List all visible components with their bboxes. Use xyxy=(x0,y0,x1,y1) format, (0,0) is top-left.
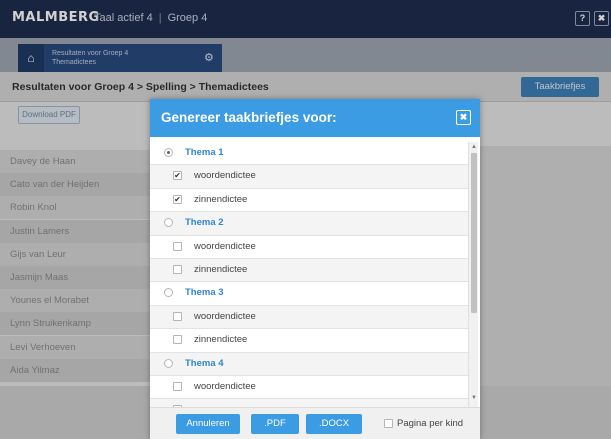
dictee-row[interactable]: zinnendictee xyxy=(150,329,468,353)
dictee-label: zinnendictee xyxy=(194,193,248,205)
pagina-per-kind-checkbox[interactable] xyxy=(384,419,393,428)
dictee-row[interactable]: woordendictee xyxy=(150,376,468,400)
thema-radio[interactable] xyxy=(164,288,173,298)
modal-footer: Annuleren .PDF .DOCX Pagina per kind xyxy=(150,407,480,439)
dictee-checkbox[interactable] xyxy=(173,265,182,274)
thema-radio[interactable] xyxy=(164,358,173,368)
thema-list: Thema 1 ✔ woordendictee ✔ zinnendictee Thema … xyxy=(150,142,468,407)
dictee-row[interactable]: ✔ woordendictee xyxy=(150,165,468,189)
thema-row[interactable]: Thema 3 xyxy=(150,282,468,306)
dictee-label: woordendictee xyxy=(194,381,256,392)
dictee-row[interactable]: woordendictee xyxy=(150,305,468,330)
dictee-label: woordendictee xyxy=(194,170,256,182)
scroll-thumb[interactable] xyxy=(471,153,477,313)
dictee-label: zinnendictee xyxy=(194,334,248,346)
dictee-checkbox[interactable]: ✔ xyxy=(173,194,182,204)
thema-row[interactable]: Thema 4 xyxy=(150,352,468,376)
dictee-label: woordendictee xyxy=(194,240,256,252)
thema-label: Thema 1 xyxy=(185,147,224,158)
dictee-row[interactable]: zinnendictee xyxy=(150,259,468,283)
close-icon[interactable]: ✖ xyxy=(456,110,471,125)
dictee-label: zinnendictee xyxy=(194,264,248,275)
dictee-checkbox[interactable] xyxy=(173,335,182,345)
thema-label: Thema 3 xyxy=(185,287,224,299)
scrollbar[interactable]: ▲ ▼ xyxy=(468,142,478,407)
docx-button[interactable]: .DOCX xyxy=(306,414,362,434)
dictee-checkbox[interactable]: ✔ xyxy=(173,171,182,181)
generate-modal: Genereer taakbriefjes voor: ✖ Thema 1 ✔ wo… xyxy=(150,99,480,439)
thema-label: Thema 4 xyxy=(185,357,224,369)
dictee-checkbox[interactable] xyxy=(173,311,182,321)
scroll-down-icon[interactable]: ▼ xyxy=(471,395,477,401)
modal-title: Genereer taakbriefjes voor: xyxy=(161,110,337,125)
thema-radio[interactable] xyxy=(164,148,173,157)
dictee-checkbox[interactable] xyxy=(173,241,182,251)
dictee-row[interactable]: woordendictee xyxy=(150,236,468,259)
dictee-row[interactable]: ✔ zinnendictee xyxy=(150,189,468,213)
dictee-label: woordendictee xyxy=(194,310,256,322)
thema-row[interactable]: Thema 2 xyxy=(150,212,468,236)
pdf-button[interactable]: .PDF xyxy=(251,414,299,434)
dictee-row[interactable] xyxy=(150,399,468,407)
annuleren-button[interactable]: Annuleren xyxy=(176,414,240,434)
thema-row[interactable]: Thema 1 xyxy=(150,142,468,166)
dictee-checkbox[interactable] xyxy=(173,382,182,391)
thema-radio[interactable] xyxy=(164,218,173,228)
pagina-per-kind-label: Pagina per kind xyxy=(397,418,464,429)
scroll-up-icon[interactable]: ▲ xyxy=(471,144,477,150)
modal-header: Genereer taakbriefjes voor: ✖ xyxy=(150,99,480,137)
thema-label: Thema 2 xyxy=(185,217,224,229)
